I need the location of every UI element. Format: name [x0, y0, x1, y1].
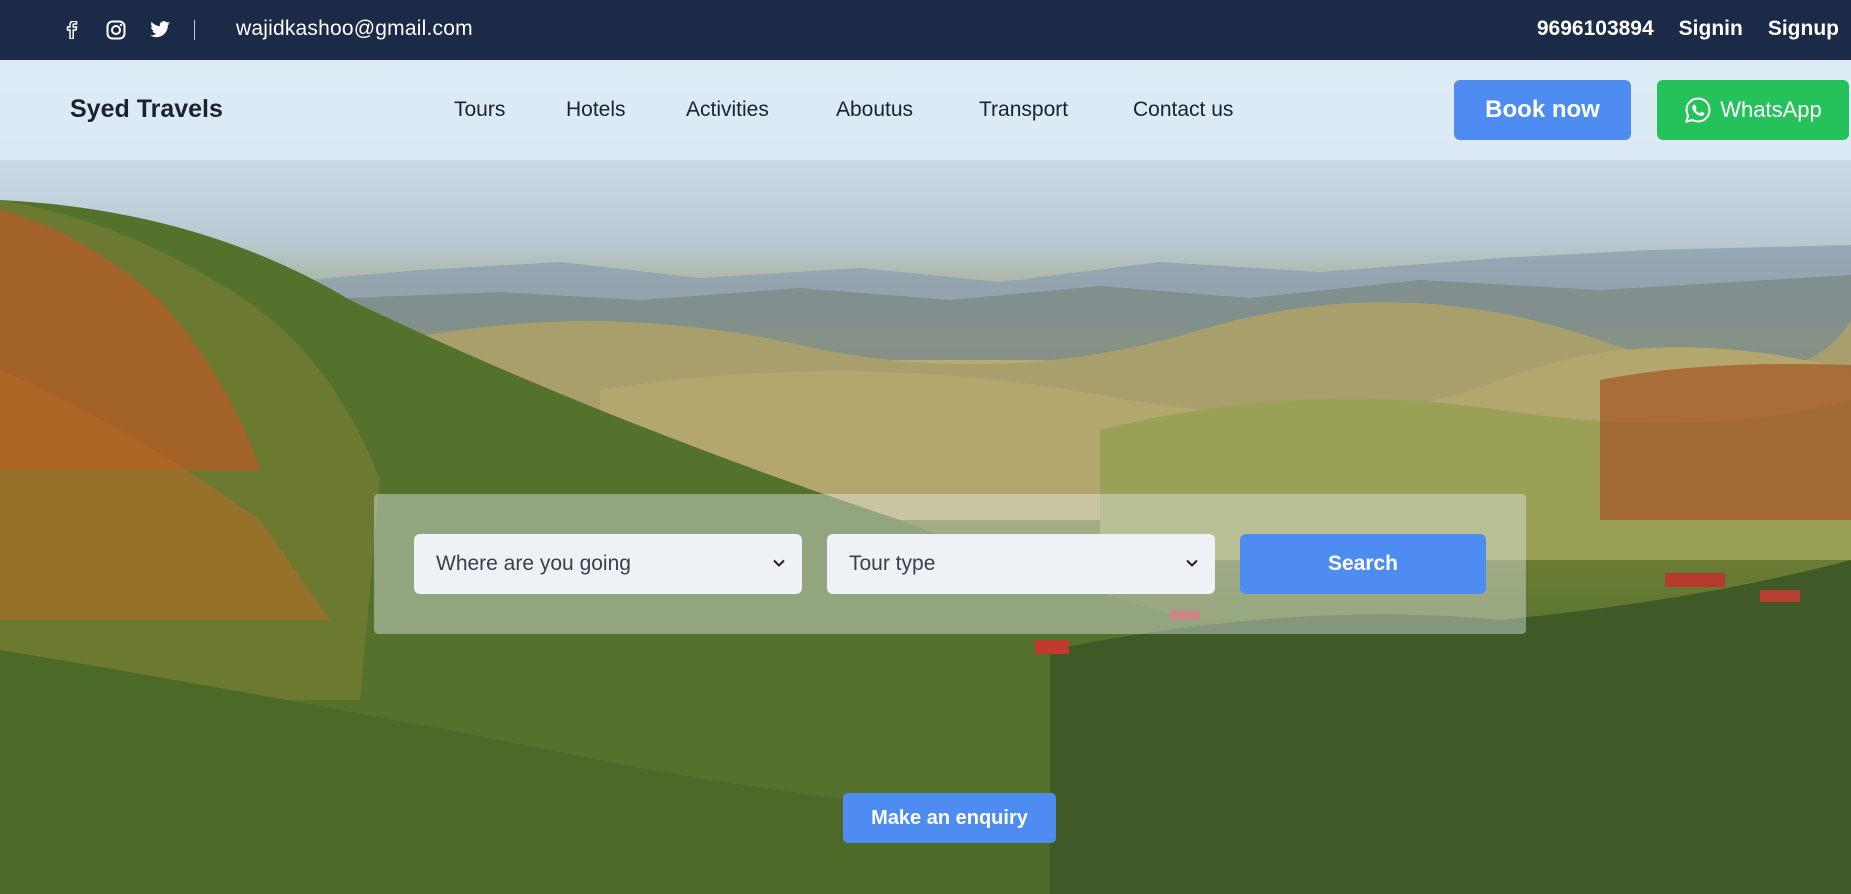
twitter-icon[interactable]	[148, 18, 172, 42]
nav-item-transport[interactable]: Transport	[979, 98, 1068, 122]
destination-select-value: Where are you going	[436, 552, 631, 575]
tour-type-select[interactable]: Tour type	[827, 534, 1215, 594]
facebook-icon[interactable]	[60, 18, 84, 42]
signin-link[interactable]: Signin	[1679, 17, 1743, 41]
signup-link[interactable]: Signup	[1768, 17, 1839, 41]
nav-item-hotels[interactable]: Hotels	[566, 98, 626, 122]
contact-phone[interactable]: 9696103894	[1537, 17, 1654, 41]
destination-select[interactable]: Where are you going	[414, 534, 802, 594]
whatsapp-label: WhatsApp	[1720, 97, 1822, 122]
top-bar: wajidkashoo@gmail.com 9696103894 Signin …	[0, 0, 1851, 60]
tour-type-select-value: Tour type	[849, 552, 936, 575]
chevron-down-icon	[773, 559, 785, 567]
social-links	[60, 18, 195, 42]
whatsapp-icon	[1685, 97, 1711, 123]
contact-email[interactable]: wajidkashoo@gmail.com	[236, 17, 473, 41]
instagram-icon[interactable]	[104, 18, 128, 42]
main-navbar: Syed Travels Tours Hotels Activities Abo…	[0, 60, 1851, 160]
nav-item-contact-us[interactable]: Contact us	[1133, 98, 1233, 122]
search-panel: Where are you going Tour type Search	[374, 494, 1526, 634]
make-enquiry-button[interactable]: Make an enquiry	[843, 793, 1056, 843]
brand-logo[interactable]: Syed Travels	[70, 95, 223, 124]
book-now-button[interactable]: Book now	[1454, 80, 1631, 140]
whatsapp-button[interactable]: WhatsApp	[1657, 80, 1849, 140]
chevron-down-icon	[1186, 559, 1198, 567]
nav-item-aboutus[interactable]: Aboutus	[836, 98, 913, 122]
nav-item-activities[interactable]: Activities	[686, 98, 769, 122]
search-button[interactable]: Search	[1240, 534, 1486, 594]
nav-item-tours[interactable]: Tours	[454, 98, 505, 122]
divider	[194, 20, 195, 40]
top-right-links: 9696103894 Signin Signup	[1537, 17, 1839, 41]
